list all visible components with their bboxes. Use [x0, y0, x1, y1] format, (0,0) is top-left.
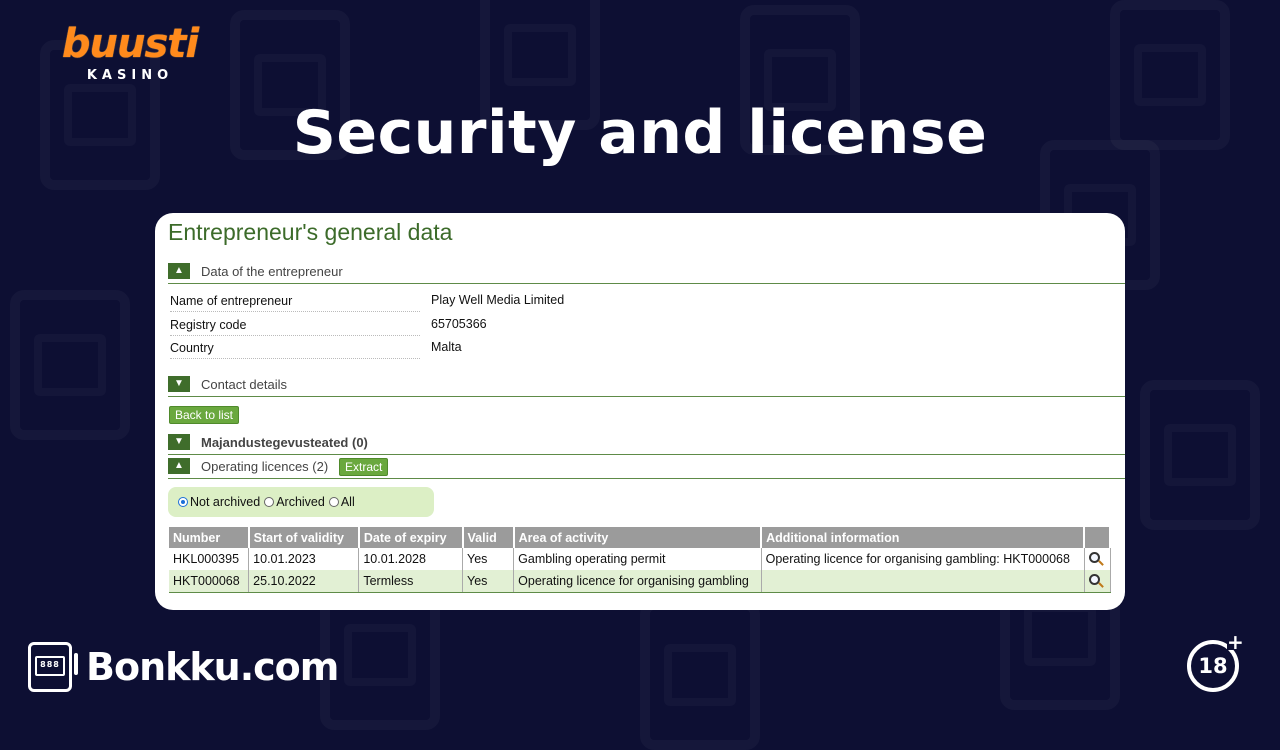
slot-machine-icon: 888	[28, 642, 78, 692]
column-header[interactable]: Date of expiry	[358, 527, 464, 548]
cell-expiry: Termless	[358, 570, 464, 593]
card-title: Entrepreneur's general data	[168, 219, 453, 245]
back-to-list-button[interactable]: Back to list	[169, 406, 240, 424]
column-header[interactable]: Area of activity	[513, 527, 763, 548]
plus-icon: +	[1227, 630, 1244, 654]
cell-start: 10.01.2023	[248, 548, 360, 570]
radio-label: Archived	[276, 495, 325, 509]
cell-info: Operating licence for organising gamblin…	[761, 548, 1085, 570]
cell-start: 25.10.2022	[248, 570, 360, 593]
brand-logo[interactable]: buusti KASINO	[60, 22, 200, 83]
cell-area: Gambling operating permit	[513, 548, 762, 570]
field-value: 65705366	[431, 317, 487, 331]
chevron-down-icon[interactable]: ▼	[168, 376, 190, 392]
field-label: Name of entrepreneur	[170, 291, 420, 312]
column-header[interactable]: Start of validity	[248, 527, 360, 548]
radio-button[interactable]	[264, 497, 275, 507]
site-name: Bonkku.com	[86, 645, 339, 689]
age-label: 18	[1198, 654, 1228, 678]
cell-area: Operating licence for organising gamblin…	[513, 570, 762, 593]
section-label: Operating licences (2)	[201, 459, 329, 474]
radio-all[interactable]: All	[328, 495, 355, 509]
radio-button[interactable]	[178, 497, 188, 507]
cell-valid: Yes	[462, 548, 515, 570]
site-logo[interactable]: 888 Bonkku.com	[28, 640, 339, 694]
age-restriction-badge: 18 +	[1187, 632, 1244, 692]
brand-subtitle: KASINO	[86, 68, 174, 83]
column-header[interactable]: Number	[169, 527, 250, 548]
extract-button[interactable]: Extract	[339, 458, 389, 476]
chevron-down-icon[interactable]: ▼	[168, 434, 190, 450]
view-cell	[1084, 570, 1111, 593]
radio-archived[interactable]: Archived	[264, 495, 325, 509]
page-title: Security and license	[292, 98, 988, 168]
cell-number: HKL000395	[169, 548, 250, 570]
licences-table: Number Start of validity Date of expiry …	[169, 527, 1111, 593]
brand-name: buusti	[61, 21, 199, 67]
column-header	[1084, 527, 1111, 548]
magnifier-icon[interactable]	[1088, 574, 1100, 585]
radio-not-archived[interactable]: Not archived	[178, 495, 260, 509]
cell-number: HKT000068	[169, 570, 250, 593]
table-row[interactable]: HKL000395 10.01.2023 10.01.2028 Yes Gamb…	[169, 548, 1111, 570]
radio-label: All	[340, 495, 355, 509]
field-value: Play Well Media Limited	[431, 293, 565, 307]
view-cell	[1084, 548, 1111, 570]
column-header[interactable]: Valid	[462, 527, 515, 548]
radio-button[interactable]	[328, 497, 339, 507]
table-row[interactable]: HKT000068 25.10.2022 Termless Yes Operat…	[169, 570, 1111, 593]
magnifier-icon[interactable]	[1088, 552, 1100, 563]
section-label: Data of the entrepreneur	[201, 264, 343, 279]
section-operating-licences[interactable]: ▲ Operating licences (2) Extract	[168, 458, 1125, 479]
section-label: Majandustegevusteated (0)	[201, 435, 368, 450]
archive-filter: Not archived Archived All	[168, 487, 434, 517]
cell-info	[761, 570, 1085, 593]
section-contact[interactable]: ▼ Contact details	[168, 376, 1125, 397]
field-label: Country	[170, 338, 420, 359]
license-register-card: Entrepreneur's general data ▲ Data of th…	[155, 213, 1125, 610]
radio-label: Not archived	[190, 495, 261, 509]
section-label: Contact details	[201, 377, 287, 392]
cell-expiry: 10.01.2028	[358, 548, 464, 570]
cell-valid: Yes	[462, 570, 515, 593]
section-entrepreneur[interactable]: ▲ Data of the entrepreneur	[168, 263, 1125, 284]
field-label: Registry code	[170, 315, 420, 336]
chevron-up-icon[interactable]: ▲	[168, 458, 190, 474]
column-header[interactable]: Additional information	[761, 527, 1086, 548]
field-value: Malta	[431, 340, 462, 354]
table-header-row: Number Start of validity Date of expiry …	[169, 527, 1111, 548]
section-economic-notices[interactable]: ▼ Majandustegevusteated (0)	[168, 434, 1125, 455]
chevron-up-icon[interactable]: ▲	[168, 263, 190, 279]
